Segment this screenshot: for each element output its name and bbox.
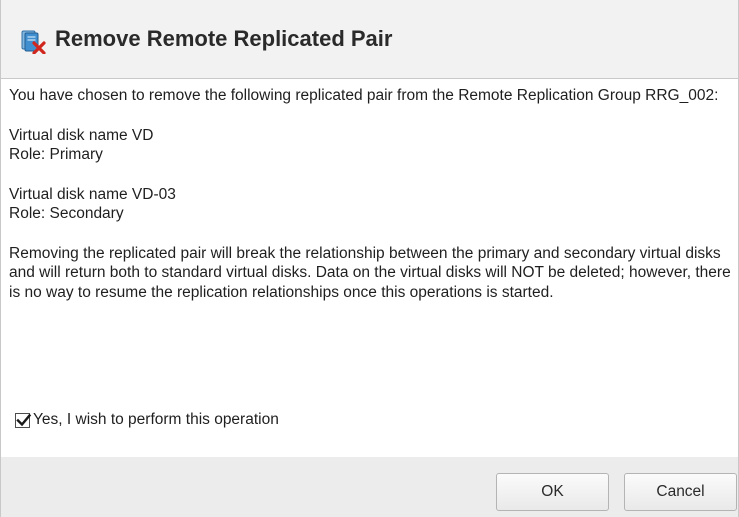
primary-disk-role: Role: Primary — [9, 146, 103, 163]
dialog-header: Remove Remote Replicated Pair — [1, 0, 738, 79]
confirm-label[interactable]: Yes, I wish to perform this operation — [33, 411, 279, 429]
confirm-checkbox[interactable] — [15, 412, 32, 428]
dialog-title: Remove Remote Replicated Pair — [55, 26, 393, 51]
primary-disk-name: Virtual disk name VD — [9, 126, 154, 144]
dialog-message: You have chosen to remove the following … — [9, 86, 731, 302]
cancel-button[interactable]: Cancel — [624, 473, 737, 511]
remove-pair-icon — [21, 30, 47, 55]
ok-button[interactable]: OK — [496, 473, 609, 511]
secondary-disk-name: Virtual disk name VD-03 — [9, 185, 176, 203]
intro-text: You have chosen to remove the following … — [9, 87, 719, 104]
checkmark-icon — [16, 413, 32, 426]
dialog-footer: OK Cancel — [1, 457, 738, 517]
secondary-disk-role: Role: Secondary — [9, 205, 124, 222]
warning-text: Removing the replicated pair will break … — [9, 244, 731, 301]
remove-replicated-pair-dialog: Remove Remote Replicated Pair You have c… — [0, 0, 739, 517]
confirm-operation-row[interactable]: Yes, I wish to perform this operation — [15, 411, 279, 429]
